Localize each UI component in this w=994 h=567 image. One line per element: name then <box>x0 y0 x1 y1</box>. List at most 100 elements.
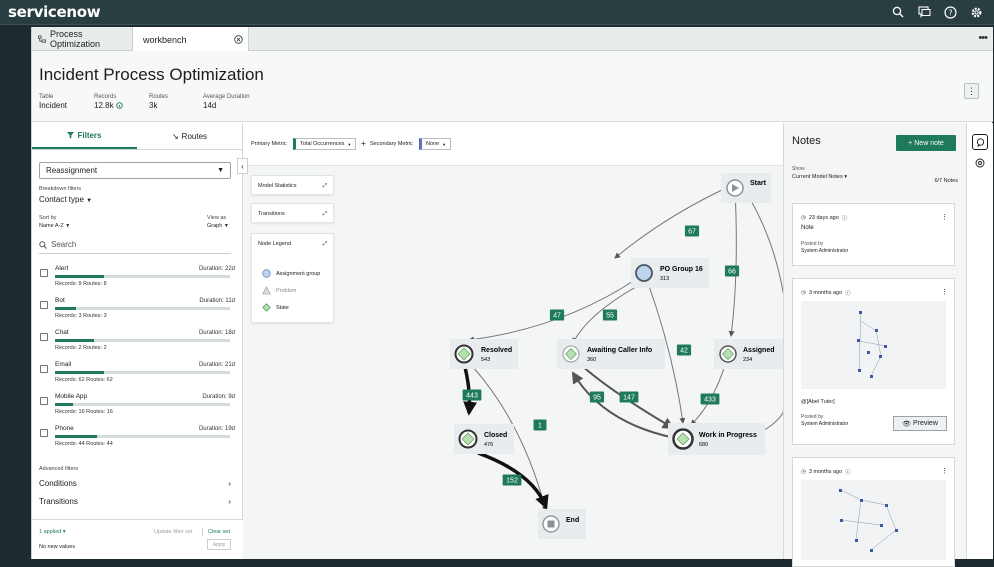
row-checkbox[interactable] <box>40 429 48 437</box>
node-resolved[interactable] <box>450 339 518 369</box>
contact-type-row[interactable]: Phone Duration: 19d Records: 44 Routes: 44 <box>40 425 235 453</box>
node-po-group[interactable] <box>631 258 709 288</box>
transitions-row[interactable]: Transitions › <box>39 497 231 506</box>
row-records: Records: 2 Routes: 2 <box>55 345 107 351</box>
row-bar <box>55 435 230 438</box>
view-select[interactable]: Graph ▼ <box>207 223 229 229</box>
tab-process-optimization[interactable]: Process Optimization <box>32 27 132 51</box>
chat-icon[interactable] <box>916 4 932 20</box>
edge-count-badge[interactable]: 1 <box>533 419 547 431</box>
node-work-in-progress[interactable] <box>668 423 765 455</box>
edge-count-badge[interactable]: 443 <box>462 389 482 401</box>
update-filter-link[interactable]: Update filter set <box>154 529 193 535</box>
apply-button[interactable]: Apply <box>207 539 231 550</box>
row-name: Phone <box>55 425 74 432</box>
header-kebab-button[interactable]: ⋮ <box>964 83 979 99</box>
edge-count-badge[interactable]: 47 <box>549 309 565 321</box>
search-input[interactable]: Search <box>51 240 76 249</box>
tab-label: workbench <box>143 34 187 45</box>
close-icon[interactable] <box>234 35 243 44</box>
more-options-icon[interactable]: ••• <box>978 32 988 44</box>
help-icon[interactable]: ? <box>942 4 958 20</box>
edge-count-label: 443 <box>466 393 478 400</box>
caret-down-icon: ▼ <box>223 223 229 229</box>
info-icon: ⓘ <box>841 216 848 222</box>
search-icon[interactable] <box>890 4 906 20</box>
applied-dropdown[interactable]: 1 applied ▾ <box>39 529 66 535</box>
info-icon[interactable] <box>116 102 123 109</box>
row-checkbox[interactable] <box>40 397 48 405</box>
note-kebab-icon[interactable]: ⋮ <box>941 288 948 296</box>
tab-filters[interactable]: Filters <box>32 123 137 149</box>
note-card[interactable]: ◷ 3 months ago ⓘ ⋮ @[Abel Tuter] Posted by… <box>792 278 955 445</box>
edge-count-badge[interactable]: 55 <box>602 309 618 321</box>
header-actions: ? <box>890 4 984 20</box>
edge-count-badge[interactable]: 66 <box>724 265 740 277</box>
row-bar-fill <box>55 435 97 438</box>
filter-icon <box>67 131 75 139</box>
row-name: Bot <box>55 297 65 304</box>
edge-count-badge[interactable]: 42 <box>676 344 692 356</box>
node-count: 680 <box>699 442 708 448</box>
collapse-panel-button[interactable]: ‹ <box>237 158 248 174</box>
row-checkbox[interactable] <box>40 333 48 341</box>
info-icon: ⓘ <box>845 291 851 297</box>
conditions-row[interactable]: Conditions › <box>39 479 231 488</box>
insights-icon <box>975 158 985 168</box>
row-checkbox[interactable] <box>40 269 48 277</box>
node-label: End <box>566 517 579 524</box>
edge-wip-awaiting[interactable] <box>571 371 676 439</box>
note-card[interactable]: ◷ 3 months ago ⓘ ⋮ <box>792 457 955 567</box>
node-label: Work in Progress <box>699 432 757 439</box>
node-closed[interactable] <box>454 424 514 454</box>
node-assigned[interactable] <box>714 339 783 369</box>
edge-start-assigned[interactable] <box>728 188 737 337</box>
node-label: Awaiting Caller Info <box>587 347 652 354</box>
edge-po-resolved[interactable] <box>468 277 639 343</box>
filter-type-select[interactable]: Reassignment ▼ <box>39 162 231 179</box>
row-checkbox[interactable] <box>40 301 48 309</box>
edge-count-badge[interactable]: 147 <box>619 391 639 403</box>
posted-label: Posted by <box>801 241 824 247</box>
edge-count-badge[interactable]: 95 <box>589 391 605 403</box>
row-checkbox[interactable] <box>40 365 48 373</box>
node-count: 360 <box>587 357 596 363</box>
node-end[interactable] <box>538 509 586 539</box>
breakdown-label: Breakdown filters <box>39 186 82 192</box>
process-graph-canvas[interactable]: Primary Metric Total Occurrences ▼ + Seco… <box>243 123 783 559</box>
row-bar <box>55 371 230 374</box>
contact-type-row[interactable]: Alert Duration: 22d Records: 9 Routes: 8 <box>40 265 235 293</box>
node-start[interactable] <box>721 173 771 203</box>
note-kebab-icon[interactable]: ⋮ <box>941 467 948 475</box>
breakdown-select[interactable]: Contact type ▼ <box>39 195 92 204</box>
contact-type-row[interactable]: Chat Duration: 18d Records: 2 Routes: 2 <box>40 329 235 357</box>
search-field[interactable]: Search <box>39 236 231 254</box>
new-note-button[interactable]: + New note <box>896 135 956 151</box>
gear-icon[interactable] <box>968 4 984 20</box>
sort-select[interactable]: Name A-Z ▼ <box>39 223 70 229</box>
node-awaiting[interactable] <box>557 339 665 369</box>
edge-count-badge[interactable]: 433 <box>700 393 720 405</box>
tab-label: Process Optimization <box>50 29 101 49</box>
edge-start-po[interactable] <box>614 187 727 259</box>
servicenow-logo[interactable]: servicenow <box>8 3 101 21</box>
tab-workbench[interactable]: workbench <box>132 27 249 52</box>
row-bar <box>55 339 230 342</box>
show-select[interactable]: Current Model Notes ▾ <box>792 174 847 180</box>
divider <box>202 528 203 536</box>
note-card[interactable]: ◷ 23 days ago ⓘ ⋮ Note Posted by System Ad… <box>792 203 955 266</box>
notes-rail-button[interactable] <box>972 134 988 150</box>
contact-type-row[interactable]: Bot Duration: 11d Records: 3 Routes: 3 <box>40 297 235 325</box>
edge-count-label: 95 <box>593 395 601 402</box>
clear-set-link[interactable]: Clear set <box>208 529 230 535</box>
edge-start-wip[interactable] <box>697 186 783 446</box>
edge-count-badge[interactable]: 152 <box>502 474 522 486</box>
contact-type-row[interactable]: Email Duration: 21d Records: 62 Routes: 62 <box>40 361 235 389</box>
contact-type-row[interactable]: Mobile App Duration: 9d Records: 16 Routes… <box>40 393 235 421</box>
note-kebab-icon[interactable]: ⋮ <box>941 213 948 221</box>
tab-routes[interactable]: ↘ Routes <box>137 123 242 149</box>
edge-count-badge[interactable]: 67 <box>684 225 700 237</box>
preview-button[interactable]: 👁 Preview <box>893 416 947 431</box>
row-name: Alert <box>55 265 69 272</box>
insights-rail-button[interactable] <box>975 155 985 173</box>
